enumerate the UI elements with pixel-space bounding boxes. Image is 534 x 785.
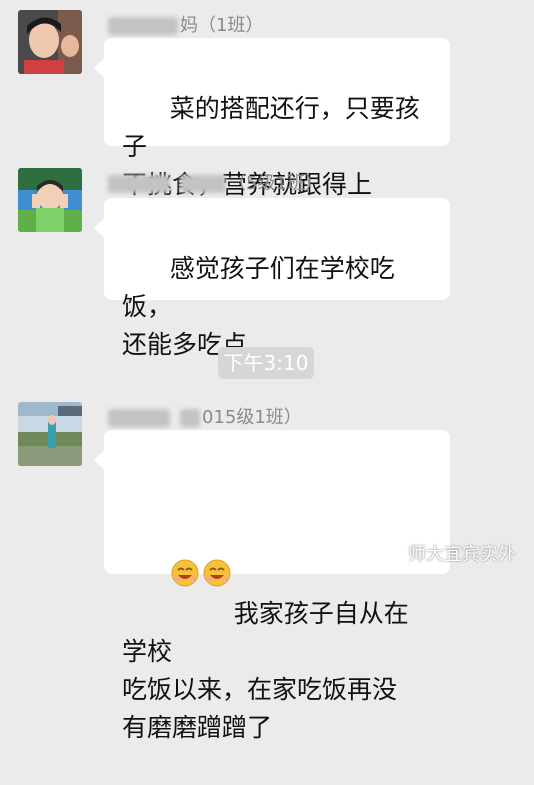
- avatar-photo: [18, 10, 82, 74]
- avatar[interactable]: [18, 168, 82, 232]
- message-bubble[interactable]: 菜的搭配还行，只要孩子 不挑食，营养就跟得上: [94, 38, 450, 199]
- watermark: 师大宜宾实外: [382, 541, 516, 569]
- chat-window: 妈（1班） 菜的搭配还行，只要孩子 不挑食，营养就跟得上 （5级1班） 感觉孩子…: [0, 0, 534, 742]
- redacted-name: [108, 409, 170, 427]
- sender-class: （5级1班）: [228, 173, 323, 194]
- redacted-grade: [180, 175, 226, 193]
- sender-name: 015级1班）: [108, 406, 302, 430]
- grinning-face-icon: [202, 482, 232, 587]
- sender-name: （5级1班）: [108, 172, 323, 196]
- sender-name: 妈（1班）: [108, 14, 263, 38]
- avatar-photo: [18, 402, 82, 466]
- avatar[interactable]: [18, 10, 82, 74]
- sender-class: （1班）: [198, 15, 264, 36]
- avatar[interactable]: [18, 402, 82, 466]
- message-text: 我家孩子自从在学校 吃饭以来，在家吃饭再没 有磨磨蹭蹭了: [122, 599, 409, 742]
- wechat-chat-bubble-icon: [382, 544, 404, 573]
- avatar-photo: [18, 168, 82, 232]
- sender-name-text: 妈: [180, 15, 198, 36]
- sender-class: 015级1班）: [202, 407, 302, 428]
- redacted-name: [108, 17, 178, 35]
- redacted-grade: [180, 409, 200, 427]
- message-text: 感觉孩子们在学校吃饭， 还能多吃点。: [122, 254, 395, 359]
- watermark-text: 师大宜宾实外: [408, 544, 516, 565]
- grinning-face-icon: [170, 482, 200, 587]
- redacted-name: [108, 175, 170, 193]
- message-bubble[interactable]: 感觉孩子们在学校吃饭， 还能多吃点。: [94, 198, 450, 359]
- timestamp: 下午3:10: [218, 347, 314, 379]
